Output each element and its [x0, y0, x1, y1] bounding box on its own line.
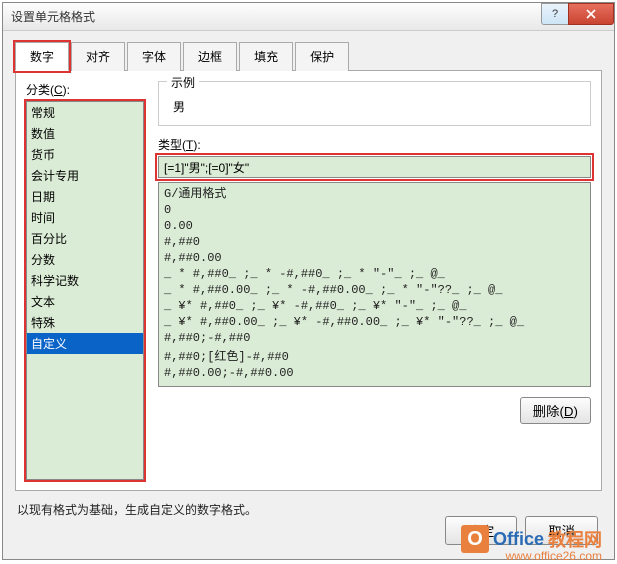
type-item[interactable]: #,##0.00;-#,##0.00 [159, 365, 590, 381]
type-item[interactable]: _ * #,##0_ ;_ * -#,##0_ ;_ * "-"_ ;_ @_ [159, 266, 590, 282]
category-item[interactable]: 时间 [27, 207, 143, 228]
dialog-window: 设置单元格格式 ? 数字对齐字体边框填充保护 分类(C): 常规数值货币会计专用… [2, 2, 615, 560]
category-item[interactable]: 文本 [27, 291, 143, 312]
close-button[interactable] [568, 3, 614, 25]
type-item[interactable]: #,##0;[红色]-#,##0 [159, 346, 590, 365]
cancel-button[interactable]: 取消 [525, 516, 598, 545]
type-item[interactable]: #,##0;-#,##0 [159, 330, 590, 346]
tab-0[interactable]: 数字 [15, 42, 69, 71]
sample-box: 示例 男 [158, 81, 591, 126]
tab-5[interactable]: 保护 [295, 42, 349, 71]
category-item[interactable]: 科学记数 [27, 270, 143, 291]
type-listbox[interactable]: G/通用格式00.00#,##0#,##0.00_ * #,##0_ ;_ * … [158, 182, 591, 387]
tabstrip: 数字对齐字体边框填充保护 [15, 41, 602, 71]
delete-row: 删除(D) [158, 397, 591, 424]
type-input[interactable] [158, 156, 591, 178]
watermark-url: www.office26.com [506, 549, 603, 563]
category-item[interactable]: 特殊 [27, 312, 143, 333]
dialog-buttons: 确定 取消 [445, 516, 598, 545]
category-item[interactable]: 分数 [27, 249, 143, 270]
type-item[interactable]: _ ¥* #,##0_ ;_ ¥* -#,##0_ ;_ ¥* "-"_ ;_ … [159, 298, 590, 314]
dialog-content: 数字对齐字体边框填充保护 分类(C): 常规数值货币会计专用日期时间百分比分数科… [3, 31, 614, 528]
type-item[interactable]: 0.00 [159, 218, 590, 234]
type-item[interactable]: #,##0 [159, 234, 590, 250]
type-item[interactable]: #,##0.00 [159, 250, 590, 266]
titlebar-buttons: ? [542, 3, 614, 25]
category-item[interactable]: 数值 [27, 123, 143, 144]
tab-2[interactable]: 字体 [127, 42, 181, 71]
type-item[interactable]: _ * #,##0.00_ ;_ * -#,##0.00_ ;_ * "-"??… [159, 282, 590, 298]
category-item[interactable]: 日期 [27, 186, 143, 207]
category-column: 分类(C): 常规数值货币会计专用日期时间百分比分数科学记数文本特殊自定义 [26, 81, 144, 480]
hint-text: 以现有格式为基础，生成自定义的数字格式。 [15, 491, 602, 518]
tab-3[interactable]: 边框 [183, 42, 237, 71]
titlebar: 设置单元格格式 ? [3, 3, 614, 31]
type-item[interactable]: _ ¥* #,##0.00_ ;_ ¥* -#,##0.00_ ;_ ¥* "-… [159, 314, 590, 330]
delete-button[interactable]: 删除(D) [520, 397, 591, 424]
tab-1[interactable]: 对齐 [71, 42, 125, 71]
help-button[interactable]: ? [541, 3, 569, 25]
type-label: 类型(T): [158, 136, 591, 153]
ok-button[interactable]: 确定 [445, 516, 518, 545]
category-listbox[interactable]: 常规数值货币会计专用日期时间百分比分数科学记数文本特殊自定义 [26, 101, 144, 480]
type-item[interactable]: 0 [159, 202, 590, 218]
tab-panel-number: 分类(C): 常规数值货币会计专用日期时间百分比分数科学记数文本特殊自定义 示例… [15, 71, 602, 491]
category-item[interactable]: 货币 [27, 144, 143, 165]
sample-value: 男 [169, 98, 580, 115]
category-item[interactable]: 自定义 [27, 333, 143, 354]
type-item[interactable]: G/通用格式 [159, 183, 590, 202]
category-item[interactable]: 会计专用 [27, 165, 143, 186]
category-item[interactable]: 百分比 [27, 228, 143, 249]
format-detail-column: 示例 男 类型(T): G/通用格式00.00#,##0#,##0.00_ * … [158, 81, 591, 480]
window-title: 设置单元格格式 [11, 8, 95, 25]
tab-4[interactable]: 填充 [239, 42, 293, 71]
close-icon [586, 9, 596, 19]
category-item[interactable]: 常规 [27, 102, 143, 123]
category-label: 分类(C): [26, 81, 144, 98]
sample-label: 示例 [167, 74, 199, 91]
